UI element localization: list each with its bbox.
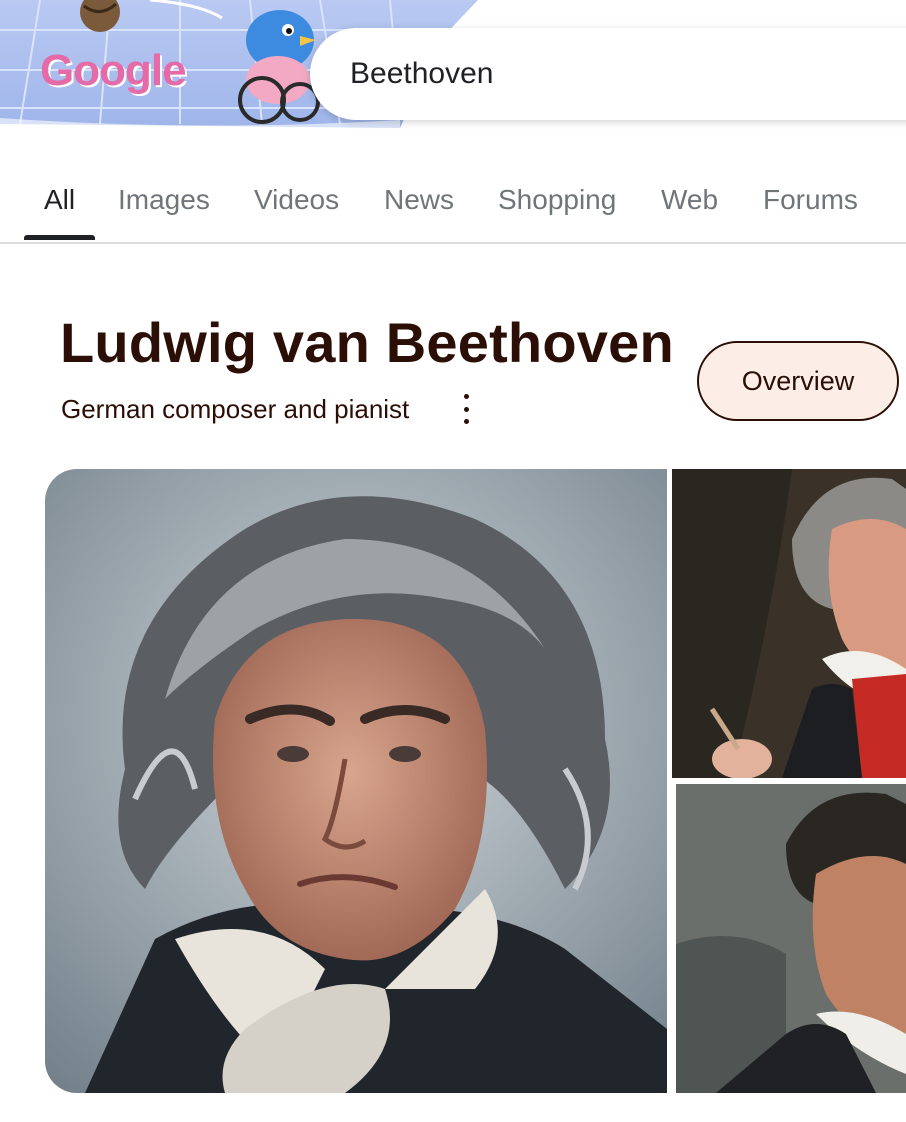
tab-news[interactable]: News — [384, 184, 454, 216]
doodle-logo: Google — [40, 46, 187, 95]
tab-images[interactable]: Images — [118, 184, 210, 216]
tab-forums[interactable]: Forums — [763, 184, 858, 216]
search-input[interactable]: Beethoven — [350, 57, 493, 91]
image-portrait-painting-dark-hair[interactable] — [676, 784, 906, 1093]
tab-all[interactable]: All — [44, 184, 75, 216]
tab-videos[interactable]: Videos — [254, 184, 339, 216]
knowledge-panel-title: Ludwig van Beethoven — [60, 311, 674, 374]
overview-chip[interactable]: Overview — [697, 341, 899, 421]
knowledge-panel-subtitle: German composer and pianist — [61, 394, 410, 424]
overview-chip-label: Overview — [741, 365, 855, 396]
image-portrait-painting-red-scarf[interactable] — [672, 469, 906, 778]
tab-web[interactable]: Web — [661, 184, 718, 216]
image-portrait-main[interactable] — [45, 469, 667, 1093]
tab-shopping[interactable]: Shopping — [498, 184, 616, 216]
search-tabs: All Images Videos News Shopping Web Foru… — [0, 160, 906, 244]
search-box[interactable]: Beethoven — [310, 28, 906, 120]
more-vert-icon[interactable] — [455, 394, 477, 424]
active-tab-indicator — [24, 235, 95, 240]
